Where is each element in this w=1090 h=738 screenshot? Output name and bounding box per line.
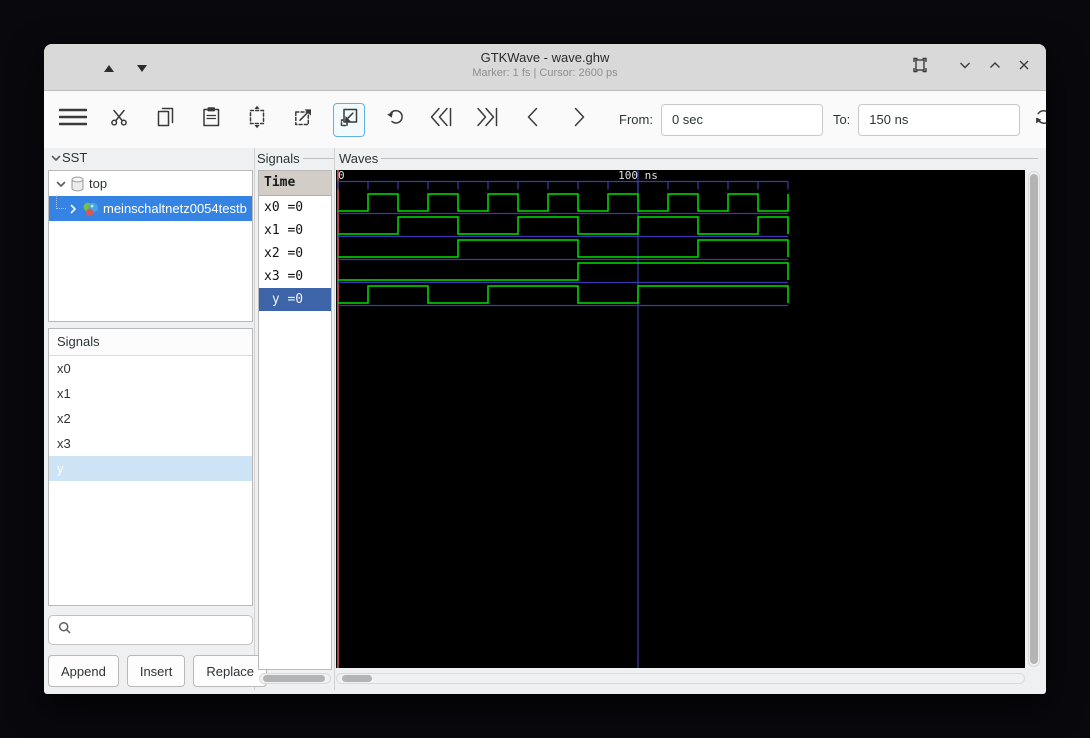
wave-names-frame-label: Signals (257, 151, 300, 166)
zoom-in-icon (291, 105, 315, 134)
signal-search[interactable] (48, 615, 253, 645)
pane-splitter-right[interactable] (334, 148, 335, 690)
toolbar: From: To: (44, 91, 1046, 148)
undo-button[interactable] (379, 103, 411, 137)
waves-hscrollbar[interactable] (336, 673, 1025, 684)
minimize-button[interactable] (955, 57, 975, 77)
tree-item-label: meinschaltnetz0054testb (103, 201, 247, 216)
expander-right-icon[interactable] (67, 203, 79, 215)
zoom-in-button[interactable] (287, 103, 319, 137)
scrollbar-thumb[interactable] (263, 675, 325, 682)
signal-list: Signals x0 x1 x2 x3 y (48, 328, 253, 606)
signal-list-header: Signals (49, 329, 252, 356)
waves-frame-label: Waves (339, 151, 379, 166)
double-chevron-left-bar-icon (428, 105, 454, 134)
pane-splitter-left[interactable] (254, 148, 255, 690)
append-button[interactable]: Append (48, 655, 119, 687)
zoom-fit-button[interactable] (241, 103, 273, 137)
close-button[interactable] (1014, 57, 1034, 77)
window-title: GTKWave - wave.ghw (480, 50, 610, 65)
gtkwave-window: GTKWave - wave.ghw Marker: 1 fs | Cursor… (44, 44, 1046, 694)
list-item-y[interactable]: y (49, 456, 252, 481)
hamburger-icon (58, 105, 88, 134)
search-icon (57, 620, 73, 641)
title-block: GTKWave - wave.ghw Marker: 1 fs | Cursor… (44, 49, 1046, 80)
replace-button[interactable]: Replace (193, 655, 268, 687)
list-item-x0[interactable]: x0 (49, 356, 252, 381)
paste-button[interactable] (195, 103, 227, 137)
to-input[interactable] (858, 103, 1021, 136)
chevron-down-icon (957, 57, 973, 78)
tree-item-module[interactable]: meinschaltnetz0054testb (49, 195, 252, 221)
tree-item-top[interactable]: top (49, 171, 252, 196)
scrollbar-thumb[interactable] (342, 675, 372, 682)
cut-button[interactable] (103, 103, 135, 137)
chevron-up-icon (987, 57, 1003, 78)
reload-button[interactable] (1028, 103, 1046, 137)
to-label: To: (832, 112, 851, 127)
skip-to-end-button[interactable] (471, 103, 503, 137)
list-item-x2[interactable]: x2 (49, 406, 252, 431)
close-icon (1016, 57, 1032, 78)
menu-button[interactable] (57, 103, 89, 137)
skip-to-start-button[interactable] (425, 103, 457, 137)
list-item-x1[interactable]: x1 (49, 381, 252, 406)
sst-tree: top meinschaltnetz0054testb (48, 170, 253, 322)
frame-line (381, 158, 1038, 159)
frame-line (302, 158, 334, 159)
wave-name-row-x2[interactable]: x2 =0 (259, 242, 331, 265)
expander-down-icon[interactable] (55, 178, 67, 190)
wave-name-row-x1[interactable]: x1 =0 (259, 219, 331, 242)
from-input[interactable] (660, 103, 823, 136)
fullscreen-button[interactable] (910, 57, 930, 77)
titlebar: GTKWave - wave.ghw Marker: 1 fs | Cursor… (44, 44, 1046, 91)
zoom-out-icon (337, 105, 361, 134)
time-header: Time (259, 171, 331, 196)
reload-icon (1032, 105, 1046, 134)
list-item-x3[interactable]: x3 (49, 431, 252, 456)
svg-text:100 ns: 100 ns (618, 170, 658, 182)
database-icon (70, 176, 85, 192)
wave-names-frame: Signals (257, 151, 334, 166)
waves-frame: Waves (339, 151, 1038, 166)
sst-label: SST (62, 150, 88, 165)
signal-buttons: Append Insert Replace (48, 655, 268, 687)
clipboard-icon (199, 105, 223, 134)
maximize-button[interactable] (985, 57, 1005, 77)
scissors-icon (107, 105, 131, 134)
wave-names-panel: Time x0 =0 x1 =0 x2 =0 x3 =0 y =0 (258, 170, 332, 670)
double-chevron-right-bar-icon (474, 105, 500, 134)
expander-down-icon[interactable] (50, 152, 62, 164)
wave-names-hscrollbar[interactable] (259, 673, 331, 684)
sst-frame: SST (50, 150, 130, 165)
wave-name-row-x3[interactable]: x3 =0 (259, 265, 331, 288)
window-subtitle: Marker: 1 fs | Cursor: 2600 ps (472, 67, 618, 79)
tree-guide-line (56, 195, 66, 209)
chevron-left-icon (522, 105, 544, 134)
tree-item-label: top (89, 176, 108, 191)
copy-icon (153, 105, 177, 134)
svg-text:0: 0 (338, 170, 345, 182)
copy-button[interactable] (149, 103, 181, 137)
zoom-fit-icon (245, 105, 269, 134)
module-icon (82, 201, 99, 217)
wave-canvas[interactable]: 0 100 ns (336, 169, 1025, 668)
zoom-out-button[interactable] (333, 102, 365, 137)
chevron-right-icon (568, 105, 590, 134)
undo-icon (383, 105, 407, 134)
from-label: From: (619, 112, 653, 127)
wave-name-row-x0[interactable]: x0 =0 (259, 196, 331, 219)
scrollbar-thumb[interactable] (1030, 174, 1038, 664)
fullscreen-icon (911, 56, 929, 79)
shift-right-button[interactable] (563, 103, 595, 137)
wave-name-row-y[interactable]: y =0 (259, 288, 331, 311)
insert-button[interactable]: Insert (126, 655, 186, 687)
waves-vscrollbar[interactable] (1028, 171, 1040, 667)
shift-left-button[interactable] (517, 103, 549, 137)
